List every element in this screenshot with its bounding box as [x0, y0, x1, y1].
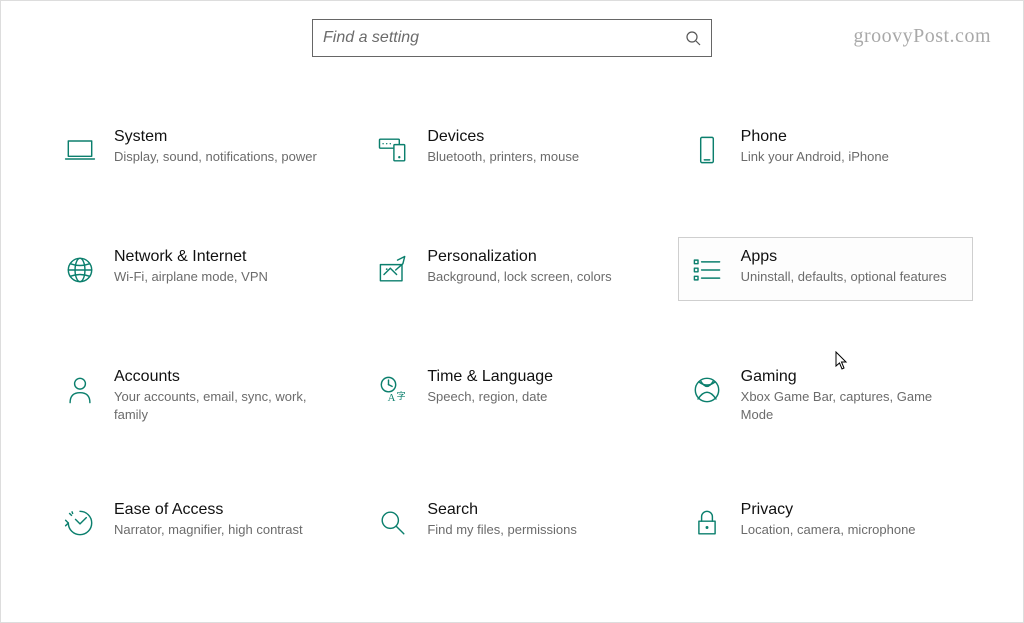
tile-text: Devices Bluetooth, printers, mouse: [427, 128, 644, 166]
tile-title: Phone: [741, 128, 958, 146]
settings-tile-devices[interactable]: Devices Bluetooth, printers, mouse: [364, 117, 659, 181]
tile-description: Background, lock screen, colors: [427, 268, 644, 286]
watermark-text: groovyPost.com: [853, 25, 991, 48]
tile-title: Accounts: [114, 368, 331, 386]
svg-text:字: 字: [397, 390, 406, 401]
ease-icon: [58, 503, 102, 543]
settings-tile-privacy[interactable]: Privacy Location, camera, microphone: [678, 490, 973, 554]
tile-text: System Display, sound, notifications, pow…: [114, 128, 331, 166]
settings-tile-search[interactable]: Search Find my files, permissions: [364, 490, 659, 554]
search-icon: [685, 30, 701, 46]
settings-tile-time[interactable]: A字 Time & Language Speech, region, date: [364, 357, 659, 434]
settings-tile-gaming[interactable]: Gaming Xbox Game Bar, captures, Game Mode: [678, 357, 973, 434]
settings-grid: System Display, sound, notifications, pow…: [1, 57, 1023, 574]
tile-description: Link your Android, iPhone: [741, 148, 958, 166]
tile-text: Privacy Location, camera, microphone: [741, 501, 958, 539]
tile-title: Search: [427, 501, 644, 519]
tile-text: Accounts Your accounts, email, sync, work…: [114, 368, 331, 423]
tile-text: Personalization Background, lock screen, …: [427, 248, 644, 286]
tile-text: Gaming Xbox Game Bar, captures, Game Mode: [741, 368, 958, 423]
tile-title: Ease of Access: [114, 501, 331, 519]
tile-description: Speech, region, date: [427, 388, 644, 406]
tile-title: Network & Internet: [114, 248, 331, 266]
search-box[interactable]: [312, 19, 712, 57]
phone-icon: [685, 130, 729, 170]
time-lang-icon: A字: [371, 370, 415, 410]
svg-text:A: A: [388, 392, 396, 404]
laptop-icon: [58, 130, 102, 170]
settings-tile-system[interactable]: System Display, sound, notifications, pow…: [51, 117, 346, 181]
apps-icon: [685, 250, 729, 290]
tile-description: Narrator, magnifier, high contrast: [114, 521, 331, 539]
settings-tile-accounts[interactable]: Accounts Your accounts, email, sync, work…: [51, 357, 346, 434]
tile-title: Personalization: [427, 248, 644, 266]
search-tile-icon: [371, 503, 415, 543]
tile-title: Apps: [741, 248, 958, 266]
settings-tile-phone[interactable]: Phone Link your Android, iPhone: [678, 117, 973, 181]
tile-text: Search Find my files, permissions: [427, 501, 644, 539]
search-input[interactable]: [323, 29, 685, 47]
tile-description: Bluetooth, printers, mouse: [427, 148, 644, 166]
tile-title: Devices: [427, 128, 644, 146]
paint-icon: [371, 250, 415, 290]
tile-title: Gaming: [741, 368, 958, 386]
globe-icon: [58, 250, 102, 290]
person-icon: [58, 370, 102, 410]
tile-description: Xbox Game Bar, captures, Game Mode: [741, 388, 958, 423]
settings-tile-apps[interactable]: Apps Uninstall, defaults, optional featur…: [678, 237, 973, 301]
xbox-icon: [685, 370, 729, 410]
tile-text: Phone Link your Android, iPhone: [741, 128, 958, 166]
tile-title: System: [114, 128, 331, 146]
tile-text: Apps Uninstall, defaults, optional featur…: [741, 248, 958, 286]
devices-icon: [371, 130, 415, 170]
tile-description: Display, sound, notifications, power: [114, 148, 331, 166]
tile-title: Privacy: [741, 501, 958, 519]
tile-description: Uninstall, defaults, optional features: [741, 268, 958, 286]
settings-tile-ease[interactable]: Ease of Access Narrator, magnifier, high …: [51, 490, 346, 554]
tile-description: Your accounts, email, sync, work, family: [114, 388, 331, 423]
tile-description: Find my files, permissions: [427, 521, 644, 539]
tile-description: Location, camera, microphone: [741, 521, 958, 539]
tile-title: Time & Language: [427, 368, 644, 386]
settings-tile-network[interactable]: Network & Internet Wi-Fi, airplane mode, …: [51, 237, 346, 301]
lock-icon: [685, 503, 729, 543]
tile-text: Time & Language Speech, region, date: [427, 368, 644, 406]
tile-text: Network & Internet Wi-Fi, airplane mode, …: [114, 248, 331, 286]
settings-tile-personalization[interactable]: Personalization Background, lock screen, …: [364, 237, 659, 301]
tile-description: Wi-Fi, airplane mode, VPN: [114, 268, 331, 286]
tile-text: Ease of Access Narrator, magnifier, high …: [114, 501, 331, 539]
